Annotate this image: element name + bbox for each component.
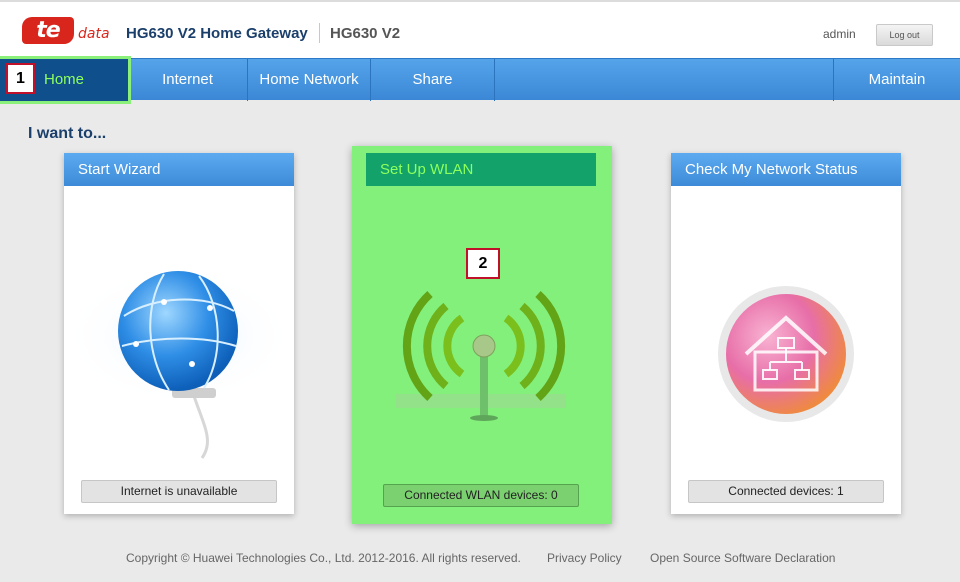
start-wizard-card[interactable]: Start Wizard Internet is unavailable <box>64 153 294 514</box>
step-badge-1: 1 <box>6 63 35 94</box>
logo-text: data <box>78 26 110 42</box>
open-source-link[interactable]: Open Source Software Declaration <box>650 551 835 565</box>
header-divider <box>319 23 320 43</box>
model-name: HG630 V2 <box>330 25 401 42</box>
main-nav: Home Internet Home Network Share Maintai… <box>0 58 960 101</box>
logo-mark: te <box>22 17 74 44</box>
wlan-devices-status: Connected WLAN devices: 0 <box>383 484 579 507</box>
network-status-card[interactable]: Check My Network Status Connected device… <box>671 153 901 514</box>
setup-wlan-card[interactable]: Set Up WLAN Connected WLAN devices: 0 <box>366 153 596 518</box>
globe-icon <box>64 266 294 459</box>
nav-internet[interactable]: Internet <box>128 59 248 101</box>
username: admin <box>823 27 856 41</box>
nav-home-network[interactable]: Home Network <box>248 59 371 101</box>
connected-devices-status: Connected devices: 1 <box>688 480 884 503</box>
card-title: Start Wizard <box>64 153 294 186</box>
nav-share[interactable]: Share <box>371 59 495 101</box>
logout-button[interactable]: Log out <box>876 24 933 46</box>
header: te data HG630 V2 Home Gateway HG630 V2 a… <box>0 0 960 58</box>
internet-status: Internet is unavailable <box>81 480 277 503</box>
copyright-text: Copyright © Huawei Technologies Co., Ltd… <box>126 551 521 565</box>
wifi-icon <box>396 291 566 421</box>
product-title: HG630 V2 Home Gateway <box>126 25 308 42</box>
te-data-logo[interactable]: te data <box>22 17 112 47</box>
home-network-icon <box>718 286 854 422</box>
privacy-policy-link[interactable]: Privacy Policy <box>547 551 622 565</box>
card-title: Set Up WLAN <box>366 153 596 186</box>
section-heading: I want to... <box>28 125 107 142</box>
nav-maintain[interactable]: Maintain <box>833 59 960 101</box>
card-title: Check My Network Status <box>671 153 901 186</box>
step-badge-2: 2 <box>466 248 500 279</box>
